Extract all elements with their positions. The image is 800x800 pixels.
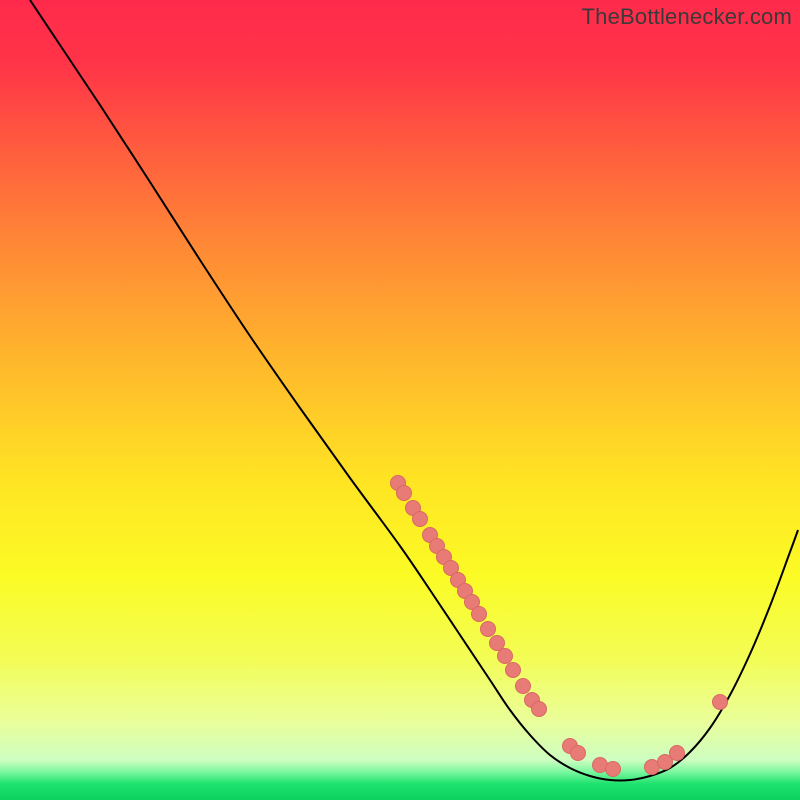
scatter-dot bbox=[571, 746, 586, 761]
scatter-dot bbox=[506, 663, 521, 678]
scatter-dot bbox=[606, 762, 621, 777]
scatter-dot bbox=[490, 636, 505, 651]
chart-container: TheBottlenecker.com bbox=[0, 0, 800, 800]
scatter-dot bbox=[413, 512, 428, 527]
watermark-text: TheBottlenecker.com bbox=[582, 4, 792, 30]
scatter-dot bbox=[532, 702, 547, 717]
scatter-dot bbox=[498, 649, 513, 664]
scatter-dot bbox=[472, 607, 487, 622]
scatter-dot bbox=[670, 746, 685, 761]
scatter-dot bbox=[713, 695, 728, 710]
plot-background bbox=[0, 0, 800, 800]
bottleneck-chart bbox=[0, 0, 800, 800]
scatter-dot bbox=[516, 679, 531, 694]
scatter-dot bbox=[397, 486, 412, 501]
scatter-dot bbox=[481, 622, 496, 637]
